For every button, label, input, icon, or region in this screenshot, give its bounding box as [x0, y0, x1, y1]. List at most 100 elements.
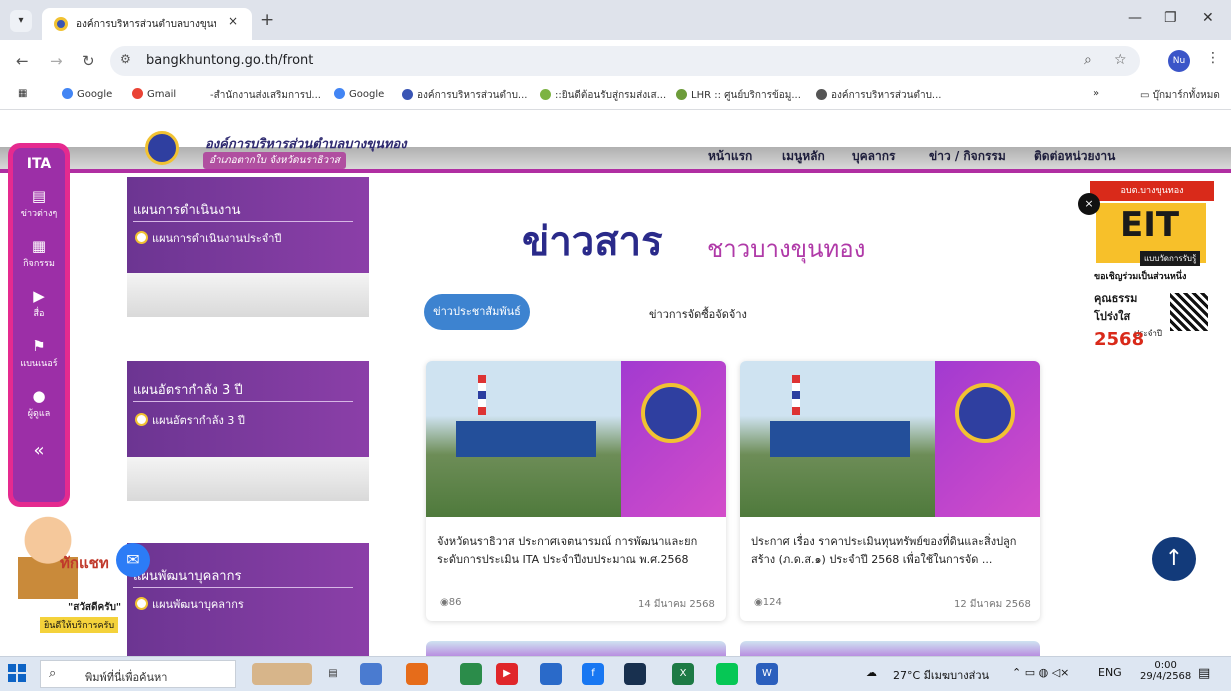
- banner-close-icon[interactable]: ×: [1078, 193, 1100, 215]
- bookmark-item[interactable]: ::ยินดีต้อนรับสู่กรมส่งเส...: [540, 88, 666, 103]
- eit-banner-invite: ขอเชิญร่วมเป็นส่วนหนึ่ง: [1094, 272, 1187, 282]
- tray-icons[interactable]: ⌃ ▭ ◍ ◁×: [1012, 666, 1069, 679]
- nav-news-activities[interactable]: ข่าว / กิจกรรม: [929, 147, 1006, 166]
- nav-personnel[interactable]: บุคลากร: [852, 147, 895, 166]
- bookmark-item[interactable]: องค์การบริหารส่วนตำบ...: [816, 88, 941, 103]
- rail-collapse-icon[interactable]: «: [13, 440, 65, 461]
- menu-spacer: [127, 457, 369, 501]
- clock-date: 29/4/2568: [1140, 671, 1192, 682]
- scroll-to-top-button[interactable]: ↑: [1152, 537, 1196, 581]
- org-seal-logo: [955, 383, 1015, 443]
- org-seal-logo: [641, 383, 701, 443]
- nav-contact[interactable]: ติดต่อหน่วยงาน: [1034, 147, 1115, 166]
- deer-widget-icon[interactable]: [252, 663, 312, 685]
- tab-procurement[interactable]: ข่าวการจัดซื้อจัดจ้าง: [649, 305, 747, 323]
- bookmarks-more-button[interactable]: »: [1093, 88, 1099, 99]
- news-card[interactable]: ประกาศ เรื่อง ราคาประเมินทุนทรัพย์ของที่…: [740, 361, 1040, 621]
- forward-icon[interactable]: →: [50, 52, 63, 70]
- profile-avatar[interactable]: Nu: [1168, 50, 1190, 72]
- news-card-partial[interactable]: [426, 641, 726, 656]
- site-info-icon[interactable]: ⚙: [120, 52, 131, 66]
- eit-banner-top: อบต.บางขุนทอง: [1090, 181, 1214, 201]
- rail-item-media[interactable]: ▶ สื่อ: [13, 288, 65, 320]
- play-icon: ▶: [33, 287, 45, 305]
- restore-icon[interactable]: ❐: [1164, 10, 1177, 26]
- apps-icon[interactable]: ▦: [18, 88, 27, 99]
- bookmark-item[interactable]: Gmail: [132, 88, 176, 100]
- bookmark-item[interactable]: Google: [334, 88, 384, 100]
- line-icon[interactable]: [716, 663, 738, 685]
- ita-sidebar: ITA ▤ ข่าวต่างๆ ▦ กิจกรรม ▶ สื่อ ⚑ แบนเนอร์ …: [8, 143, 70, 507]
- browser-menu-icon[interactable]: ⋮: [1206, 50, 1220, 66]
- windows-start-icon[interactable]: [8, 664, 26, 682]
- site-favicon-icon: [54, 17, 68, 31]
- menu-link[interactable]: แผนพัฒนาบุคลากร: [135, 595, 244, 613]
- nav-main-menu[interactable]: เมนูหลัก: [782, 147, 825, 166]
- bookmark-item[interactable]: LHR :: ศูนย์บริการข้อมู...: [676, 88, 801, 103]
- rail-item-activities[interactable]: ▦ กิจกรรม: [13, 238, 65, 270]
- news-card-partial[interactable]: [740, 641, 1040, 656]
- tab-press-release[interactable]: ข่าวประชาสัมพันธ์: [424, 294, 530, 330]
- firefox-icon[interactable]: [406, 663, 428, 685]
- ita-logo: ITA: [26, 156, 52, 172]
- menu-link-label: แผนการดำเนินงานประจำปี: [152, 232, 282, 245]
- excel-icon[interactable]: X: [672, 663, 694, 685]
- task-view-icon[interactable]: ▤: [322, 663, 344, 685]
- eit-banner-line: คุณธรรม โปร่งใส: [1094, 289, 1137, 325]
- rail-item-label: กิจกรรม: [23, 259, 55, 269]
- clock[interactable]: 0:00 29/4/2568: [1140, 660, 1191, 682]
- menu-link[interactable]: แผนการดำเนินงานประจำปี: [135, 229, 281, 247]
- bookmark-label: -สำนักงานส่งเสริมการป...: [210, 90, 321, 101]
- search-icon: ⌕: [49, 666, 57, 681]
- eye-icon: ◉: [440, 597, 449, 608]
- minimize-icon[interactable]: —: [1128, 10, 1142, 26]
- org-seal-logo[interactable]: [145, 131, 179, 165]
- rail-item-label: สื่อ: [33, 309, 45, 319]
- bookmark-star-icon[interactable]: ☆: [1114, 52, 1127, 68]
- browser-tab[interactable]: องค์การบริหารส่วนตำบลบางขุนทอง ×: [42, 8, 252, 40]
- new-tab-button[interactable]: +: [260, 10, 274, 30]
- language-indicator[interactable]: ENG: [1098, 666, 1122, 679]
- youtube-icon[interactable]: ▶: [496, 663, 518, 685]
- rail-item-banner[interactable]: ⚑ แบนเนอร์: [13, 338, 65, 370]
- tab-close-icon[interactable]: ×: [228, 14, 238, 28]
- facebook-icon[interactable]: f: [582, 663, 604, 685]
- app-icon[interactable]: [624, 663, 646, 685]
- window-close-icon[interactable]: ✕: [1202, 10, 1214, 26]
- file-explorer-icon[interactable]: [540, 663, 562, 685]
- tab-search-button[interactable]: ▾: [10, 10, 32, 32]
- all-bookmarks-button[interactable]: ▭ บุ๊กมาร์กทั้งหมด: [1140, 88, 1220, 103]
- chrome-icon[interactable]: [460, 663, 482, 685]
- chat-title[interactable]: ทักแชท: [60, 551, 109, 575]
- org-name: องค์การบริหารส่วนตำบลบางขุนทอง: [205, 137, 407, 152]
- news-card-text: จังหวัดนราธิวาส ประกาศเจตนารมณ์ การพัฒนา…: [437, 535, 698, 566]
- notification-icon[interactable]: ▤: [1198, 666, 1210, 681]
- word-icon[interactable]: W: [756, 663, 778, 685]
- eit-banner[interactable]: อบต.บางขุนทอง EIT แบบวัดการรับรู้ ขอเชิญ…: [1090, 181, 1214, 353]
- bookmark-label: LHR :: ศูนย์บริการข้อมู...: [691, 90, 801, 101]
- menu-link-label: แผนอัตรากำลัง 3 ปี: [152, 414, 245, 427]
- bookmark-item[interactable]: -สำนักงานส่งเสริมการป...: [210, 88, 321, 103]
- address-bar[interactable]: ⚙ bangkhuntong.go.th/front ⌕ ☆: [110, 46, 1140, 76]
- app-icon[interactable]: [360, 663, 382, 685]
- search-placeholder: พิมพ์ที่นี่เพื่อค้นหา: [85, 671, 168, 684]
- weather-text[interactable]: 27°C มีเมฆบางส่วน: [893, 666, 989, 684]
- tab-title: องค์การบริหารส่วนตำบลบางขุนทอง: [76, 19, 216, 30]
- rail-item-news[interactable]: ▤ ข่าวต่างๆ: [13, 188, 65, 220]
- back-icon[interactable]: ←: [16, 52, 29, 70]
- weather-icon[interactable]: ☁: [866, 666, 877, 679]
- nav-home[interactable]: หน้าแรก: [708, 147, 752, 166]
- messenger-icon[interactable]: ✉: [116, 543, 150, 577]
- bookmark-item[interactable]: Google: [62, 88, 112, 100]
- site-favicon-icon: [402, 89, 413, 100]
- taskbar-search[interactable]: ⌕ พิมพ์ที่นี่เพื่อค้นหา: [40, 660, 236, 688]
- seal-bullet-icon: [135, 597, 148, 610]
- seal-bullet-icon: [135, 413, 148, 426]
- news-subtitle: ชาวบางขุนทอง: [707, 235, 866, 263]
- menu-link[interactable]: แผนอัตรากำลัง 3 ปี: [135, 411, 245, 429]
- bookmark-item[interactable]: องค์การบริหารส่วนตำบ...: [402, 88, 527, 103]
- rail-item-admin[interactable]: ● ผู้ดูแล: [13, 388, 65, 420]
- news-card[interactable]: จังหวัดนราธิวาส ประกาศเจตนารมณ์ การพัฒนา…: [426, 361, 726, 621]
- zoom-icon[interactable]: ⌕: [1084, 52, 1092, 68]
- reload-icon[interactable]: ↻: [82, 52, 95, 70]
